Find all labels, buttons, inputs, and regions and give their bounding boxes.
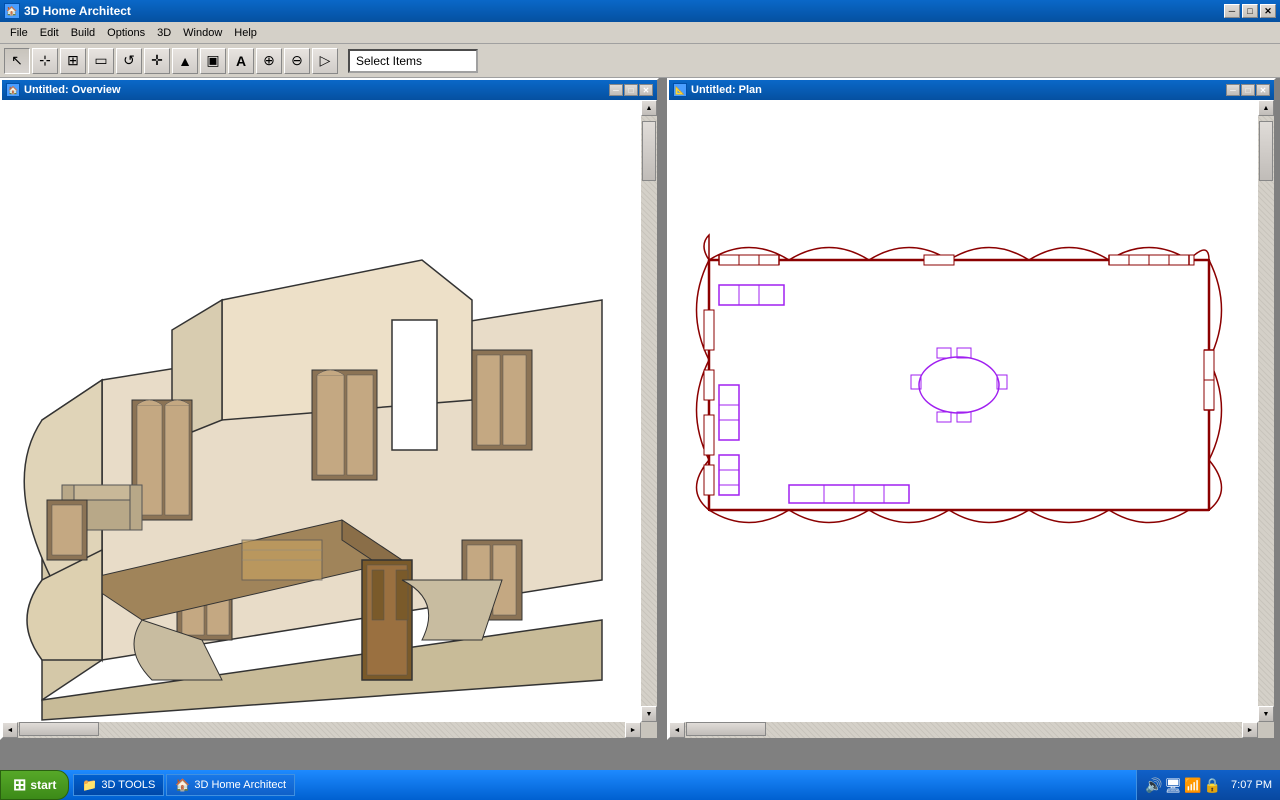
menu-help[interactable]: Help — [228, 25, 263, 41]
overview-close[interactable]: ✕ — [639, 84, 653, 96]
plan-restore[interactable]: □ — [1241, 84, 1255, 96]
taskbar-items: 📁 3D TOOLS 🏠 3D Home Architect — [69, 774, 1136, 796]
menu-build[interactable]: Build — [65, 25, 101, 41]
overview-title-bar: 🏠 Untitled: Overview ─ □ ✕ — [2, 80, 657, 100]
tool-select[interactable]: ↖ — [4, 48, 30, 74]
tray-icon-extra: 📶 — [1184, 777, 1201, 794]
overview-hscroll[interactable]: ◄ ► — [2, 722, 641, 738]
restore-button[interactable]: □ — [1242, 4, 1258, 18]
overview-scroll-corner — [641, 722, 657, 738]
floor-plan-view — [689, 230, 1229, 540]
plan-title-bar: 📐 Untitled: Plan ─ □ ✕ — [669, 80, 1274, 100]
taskbar-item-label-2: 3D Home Architect — [194, 779, 286, 791]
overview-window-title: Untitled: Overview — [24, 84, 121, 96]
tool-grid[interactable]: ⊞ — [60, 48, 86, 74]
plan-window-icon: 📐 — [673, 83, 687, 97]
taskbar-tray: 🔊 🖥 📶 🔒 7:07 PM — [1136, 770, 1280, 800]
taskbar-time: 7:07 PM — [1231, 779, 1272, 791]
plan-scroll-up[interactable]: ▲ — [1258, 100, 1274, 116]
overview-scroll-up[interactable]: ▲ — [641, 100, 657, 116]
overview-minimize[interactable]: ─ — [609, 84, 623, 96]
overview-vscroll[interactable]: ▲ ▼ — [641, 100, 657, 722]
overview-restore[interactable]: □ — [624, 84, 638, 96]
select-items-display: Select Items — [348, 49, 478, 73]
plan-close[interactable]: ✕ — [1256, 84, 1270, 96]
plan-vscroll[interactable]: ▲ ▼ — [1258, 100, 1274, 722]
plan-window-title: Untitled: Plan — [691, 84, 762, 96]
menu-options[interactable]: Options — [101, 25, 151, 41]
plan-body: ▲ ▼ ◄ ► — [669, 100, 1274, 738]
tray-icon-extra2: 🔒 — [1204, 777, 1221, 794]
menu-3d[interactable]: 3D — [151, 25, 177, 41]
start-button[interactable]: ⊞ start — [0, 770, 69, 800]
tool-paint[interactable]: ▲ — [172, 48, 198, 74]
tray-icon-network: 🖥 — [1164, 777, 1182, 794]
menu-bar: File Edit Build Options 3D Window Help — [0, 22, 1280, 44]
tool-text[interactable]: A — [228, 48, 254, 74]
tool-move[interactable]: ✛ — [144, 48, 170, 74]
tray-icon-sound: 🔊 — [1145, 777, 1162, 794]
overview-scroll-right[interactable]: ► — [625, 722, 641, 738]
app-title: 3D Home Architect — [24, 4, 131, 18]
overview-scroll-left[interactable]: ◄ — [2, 722, 18, 738]
overview-body: ▲ ▼ ◄ ► — [2, 100, 657, 738]
tool-camera[interactable]: ▷ — [312, 48, 338, 74]
overview-window-icon: 🏠 — [6, 83, 20, 97]
workspace: 🏠 Untitled: Overview ─ □ ✕ — [0, 78, 1280, 798]
toolbar: ↖ ⊹ ⊞ ▭ ↺ ✛ ▲ ▣ A ⊕ ⊖ ▷ Select Items — [0, 44, 1280, 78]
menu-file[interactable]: File — [4, 25, 34, 41]
tool-floor[interactable]: ▭ — [88, 48, 114, 74]
house-3d-view — [22, 190, 632, 730]
tool-zoom-out[interactable]: ⊖ — [284, 48, 310, 74]
overview-window: 🏠 Untitled: Overview ─ □ ✕ — [0, 78, 659, 740]
plan-scroll-left[interactable]: ◄ — [669, 722, 685, 738]
plan-window: 📐 Untitled: Plan ─ □ ✕ — [667, 78, 1276, 740]
menu-edit[interactable]: Edit — [34, 25, 65, 41]
plan-scroll-right[interactable]: ► — [1242, 722, 1258, 738]
taskbar: ⊞ start 📁 3D TOOLS 🏠 3D Home Architect 🔊… — [0, 770, 1280, 800]
taskbar-item-architect[interactable]: 🏠 3D Home Architect — [166, 774, 295, 796]
tool-rotate[interactable]: ↺ — [116, 48, 142, 74]
plan-scroll-down[interactable]: ▼ — [1258, 706, 1274, 722]
title-bar: 🏠 3D Home Architect ─ □ ✕ — [0, 0, 1280, 22]
tool-zoom-in[interactable]: ⊕ — [256, 48, 282, 74]
menu-window[interactable]: Window — [177, 25, 228, 41]
tray-icons: 🔊 🖥 📶 🔒 — [1145, 777, 1221, 794]
plan-scroll-corner — [1258, 722, 1274, 738]
start-label: start — [30, 778, 56, 792]
plan-hscroll[interactable]: ◄ ► — [669, 722, 1258, 738]
overview-scroll-down[interactable]: ▼ — [641, 706, 657, 722]
taskbar-item-label: 3D TOOLS — [101, 779, 155, 791]
plan-minimize[interactable]: ─ — [1226, 84, 1240, 96]
minimize-button[interactable]: ─ — [1224, 4, 1240, 18]
tool-pointer[interactable]: ⊹ — [32, 48, 58, 74]
close-button[interactable]: ✕ — [1260, 4, 1276, 18]
taskbar-item-3dtools[interactable]: 📁 3D TOOLS — [73, 774, 164, 796]
select-items-label: Select Items — [356, 54, 422, 68]
tool-box[interactable]: ▣ — [200, 48, 226, 74]
app-icon: 🏠 — [4, 3, 20, 19]
